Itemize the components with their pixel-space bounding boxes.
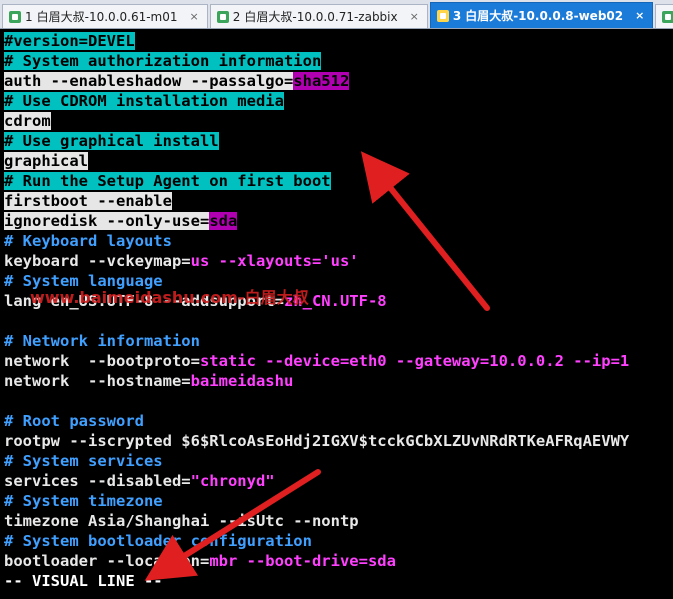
terminal-line: graphical: [4, 152, 88, 170]
vim-mode-status: -- VISUAL LINE --: [4, 572, 163, 590]
terminal-line: # Use CDROM installation media: [4, 92, 284, 110]
terminal-line: services --disabled="chronyd": [4, 472, 275, 490]
terminal-line: # System timezone: [4, 492, 163, 510]
terminal-icon: [9, 10, 21, 23]
terminal-line: # Network information: [4, 332, 200, 350]
terminal-line: auth --enableshadow --passalgo=sha512: [4, 72, 350, 90]
terminal-line: # System bootloader configuration: [4, 532, 312, 550]
tab-label: 白眉大叔-10.0.0.61-m01: [36, 10, 178, 24]
tab-number: 3: [452, 8, 462, 23]
terminal-line: #version=DEVEL: [4, 32, 135, 50]
terminal-line: cdrom: [4, 112, 51, 130]
tab-session-3[interactable]: 3 白眉大叔-10.0.0.8-web02 ×: [429, 2, 654, 28]
tab-number: 2: [232, 9, 241, 24]
close-icon[interactable]: ×: [635, 9, 644, 22]
terminal-line: firstboot --enable: [4, 192, 172, 210]
terminal-line: # Run the Setup Agent on first boot: [4, 172, 331, 190]
terminal-icon: [216, 10, 229, 23]
tab-session-4[interactable]: 4 r: [655, 4, 673, 28]
tab-number: 1: [25, 9, 33, 24]
close-icon[interactable]: ×: [190, 10, 199, 23]
terminal-line: # System services: [4, 452, 163, 470]
terminal-line: bootloader --location=mbr --boot-drive=s…: [4, 552, 396, 570]
watermark-text: www.baimeidashu.com-白眉大叔: [30, 288, 309, 307]
terminal-line: timezone Asia/Shanghai --isUtc --nontp: [4, 512, 359, 530]
terminal-line: rootpw --iscrypted $6$RlcoAsEoHdj2IGXV$t…: [4, 432, 630, 450]
terminal-line: # Keyboard layouts: [4, 232, 172, 250]
terminal-line: network --bootproto=static --device=eth0…: [4, 352, 630, 370]
tab-label: 白眉大叔-10.0.0.8-web02: [465, 9, 624, 23]
terminal-line: keyboard --vckeymap=us --xlayouts='us': [4, 252, 359, 270]
tab-label: 白眉大叔-10.0.0.71-zabbix: [244, 10, 398, 24]
tab-session-2[interactable]: 2 白眉大叔-10.0.0.71-zabbix ×: [209, 4, 428, 28]
terminal-icon: [436, 9, 449, 22]
terminal-line: network --hostname=baimeidashu: [4, 372, 294, 390]
terminal-line: ignoredisk --only-use=sda: [4, 212, 238, 230]
terminal-view[interactable]: #version=DEVEL # System authorization in…: [0, 31, 673, 599]
close-icon[interactable]: ×: [410, 10, 419, 23]
terminal-line: # Root password: [4, 412, 144, 430]
terminal-line: # System authorization information: [4, 52, 322, 70]
terminal-icon: [662, 10, 673, 23]
tab-bar: 1 白眉大叔-10.0.0.61-m01 × 2 白眉大叔-10.0.0.71-…: [0, 0, 673, 29]
terminal-line: # Use graphical install: [4, 132, 219, 150]
tab-session-1[interactable]: 1 白眉大叔-10.0.0.61-m01 ×: [2, 4, 208, 28]
